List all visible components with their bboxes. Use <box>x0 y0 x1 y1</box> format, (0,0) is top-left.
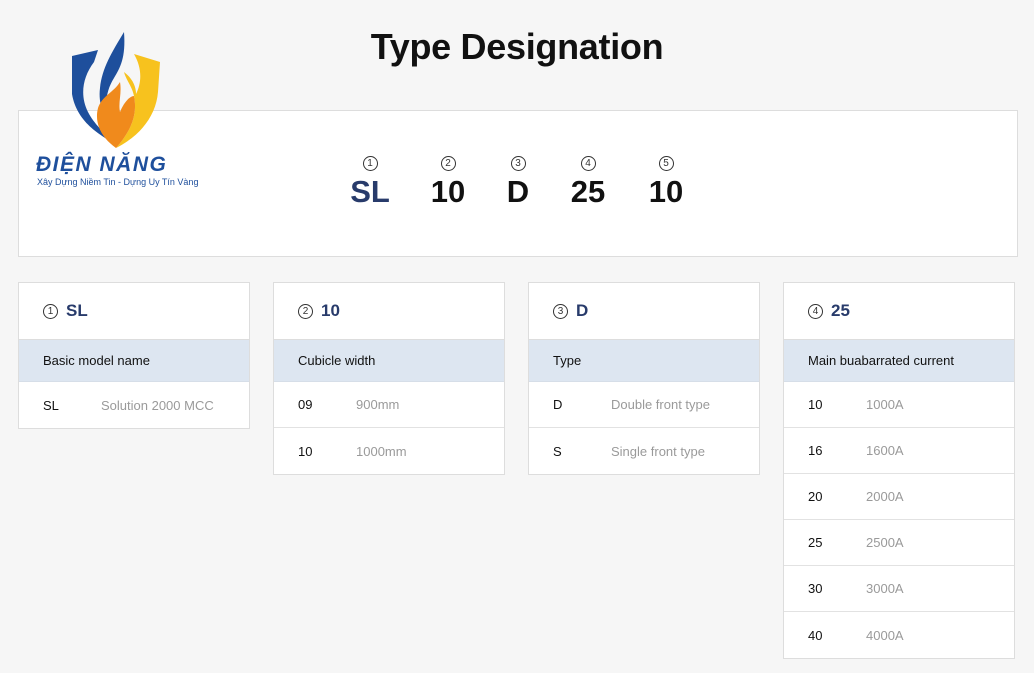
circle-number: 2 <box>298 303 313 319</box>
circle-number: 4 <box>808 303 823 319</box>
designation-value: D <box>506 174 530 209</box>
row-desc: 900mm <box>356 397 400 412</box>
row-desc: 1000mm <box>356 443 407 459</box>
row-code: D <box>553 397 563 412</box>
circle-number: 1 <box>362 156 378 171</box>
card-heading: Main buabarrated current <box>784 340 1014 382</box>
row-code: 10 <box>298 443 313 459</box>
card-code: 10 <box>321 301 340 320</box>
row-desc: 1000A <box>866 397 904 412</box>
card-header: 4 25 <box>784 283 1014 340</box>
circle-number: 2 <box>440 156 456 171</box>
row-code: 20 <box>808 489 823 504</box>
designation-part-4: 4 25 <box>558 153 618 210</box>
card-code: 25 <box>831 301 850 320</box>
company-logo[interactable]: ĐIỆN NĂNG Xây Dựng Niềm Tin - Dựng Uy Tí… <box>36 32 206 192</box>
table-row: 20 2000A <box>784 474 1014 520</box>
table-row: D Double front type <box>529 382 759 428</box>
row-desc: Double front type <box>611 397 711 412</box>
table-row: 09 900mm <box>274 382 504 428</box>
row-code: 30 <box>808 581 823 596</box>
circle-number: 4 <box>580 156 596 171</box>
card-code: D <box>576 301 589 320</box>
table-row: 40 4000A <box>784 612 1014 658</box>
logo-slogan: Xây Dựng Niềm Tin - Dựng Uy Tín Vàng <box>37 177 199 187</box>
table-row: 30 3000A <box>784 566 1014 612</box>
row-code: S <box>553 443 562 459</box>
circle-number: 1 <box>43 303 58 319</box>
flame-shield-icon <box>72 32 160 148</box>
row-desc: 2500A <box>866 535 904 550</box>
card-cubicle-width: 2 10 Cubicle width 09 900mm 10 1000mm <box>273 282 505 475</box>
card-code: SL <box>66 301 88 320</box>
designation-value: SL <box>350 174 390 209</box>
designation-part-1: 1 SL <box>340 153 400 210</box>
row-code: 10 <box>808 397 823 412</box>
row-desc: Solution 2000 MCC <box>101 397 214 413</box>
row-desc: 3000A <box>866 581 904 596</box>
designation-value: 25 <box>570 174 606 209</box>
table-row: 10 1000mm <box>274 428 504 474</box>
circle-number: 5 <box>658 156 674 171</box>
card-heading: Basic model name <box>19 340 249 382</box>
designation-value: 10 <box>648 174 684 209</box>
row-desc: 1600A <box>866 443 904 458</box>
table-row: SL Solution 2000 MCC <box>19 382 249 428</box>
row-desc: 4000A <box>866 627 904 643</box>
card-header: 2 10 <box>274 283 504 340</box>
designation-part-3: 3 D <box>488 153 548 210</box>
row-code: 16 <box>808 443 823 458</box>
table-row: 25 2500A <box>784 520 1014 566</box>
designation-part-2: 2 10 <box>418 153 478 210</box>
card-heading: Type <box>529 340 759 382</box>
row-desc: Single front type <box>611 443 705 459</box>
circle-number: 3 <box>553 303 568 319</box>
card-heading: Cubicle width <box>274 340 504 382</box>
row-code: SL <box>43 397 59 413</box>
designation-value: 10 <box>430 174 466 209</box>
table-row: 16 1600A <box>784 428 1014 474</box>
card-main-current: 4 25 Main buabarrated current 10 1000A 1… <box>783 282 1015 659</box>
row-code: 40 <box>808 627 823 643</box>
card-basic-model: 1 SL Basic model name SL Solution 2000 M… <box>18 282 250 429</box>
table-row: 10 1000A <box>784 382 1014 428</box>
row-code: 09 <box>298 397 313 412</box>
logo-brand-text: ĐIỆN NĂNG <box>36 153 168 176</box>
card-header: 1 SL <box>19 283 249 340</box>
circle-number: 3 <box>510 156 526 171</box>
card-type: 3 D Type D Double front type S Single fr… <box>528 282 760 475</box>
table-row: S Single front type <box>529 428 759 474</box>
row-desc: 2000A <box>866 489 904 504</box>
card-header: 3 D <box>529 283 759 340</box>
row-code: 25 <box>808 535 823 550</box>
designation-part-5: 5 10 <box>636 153 696 210</box>
